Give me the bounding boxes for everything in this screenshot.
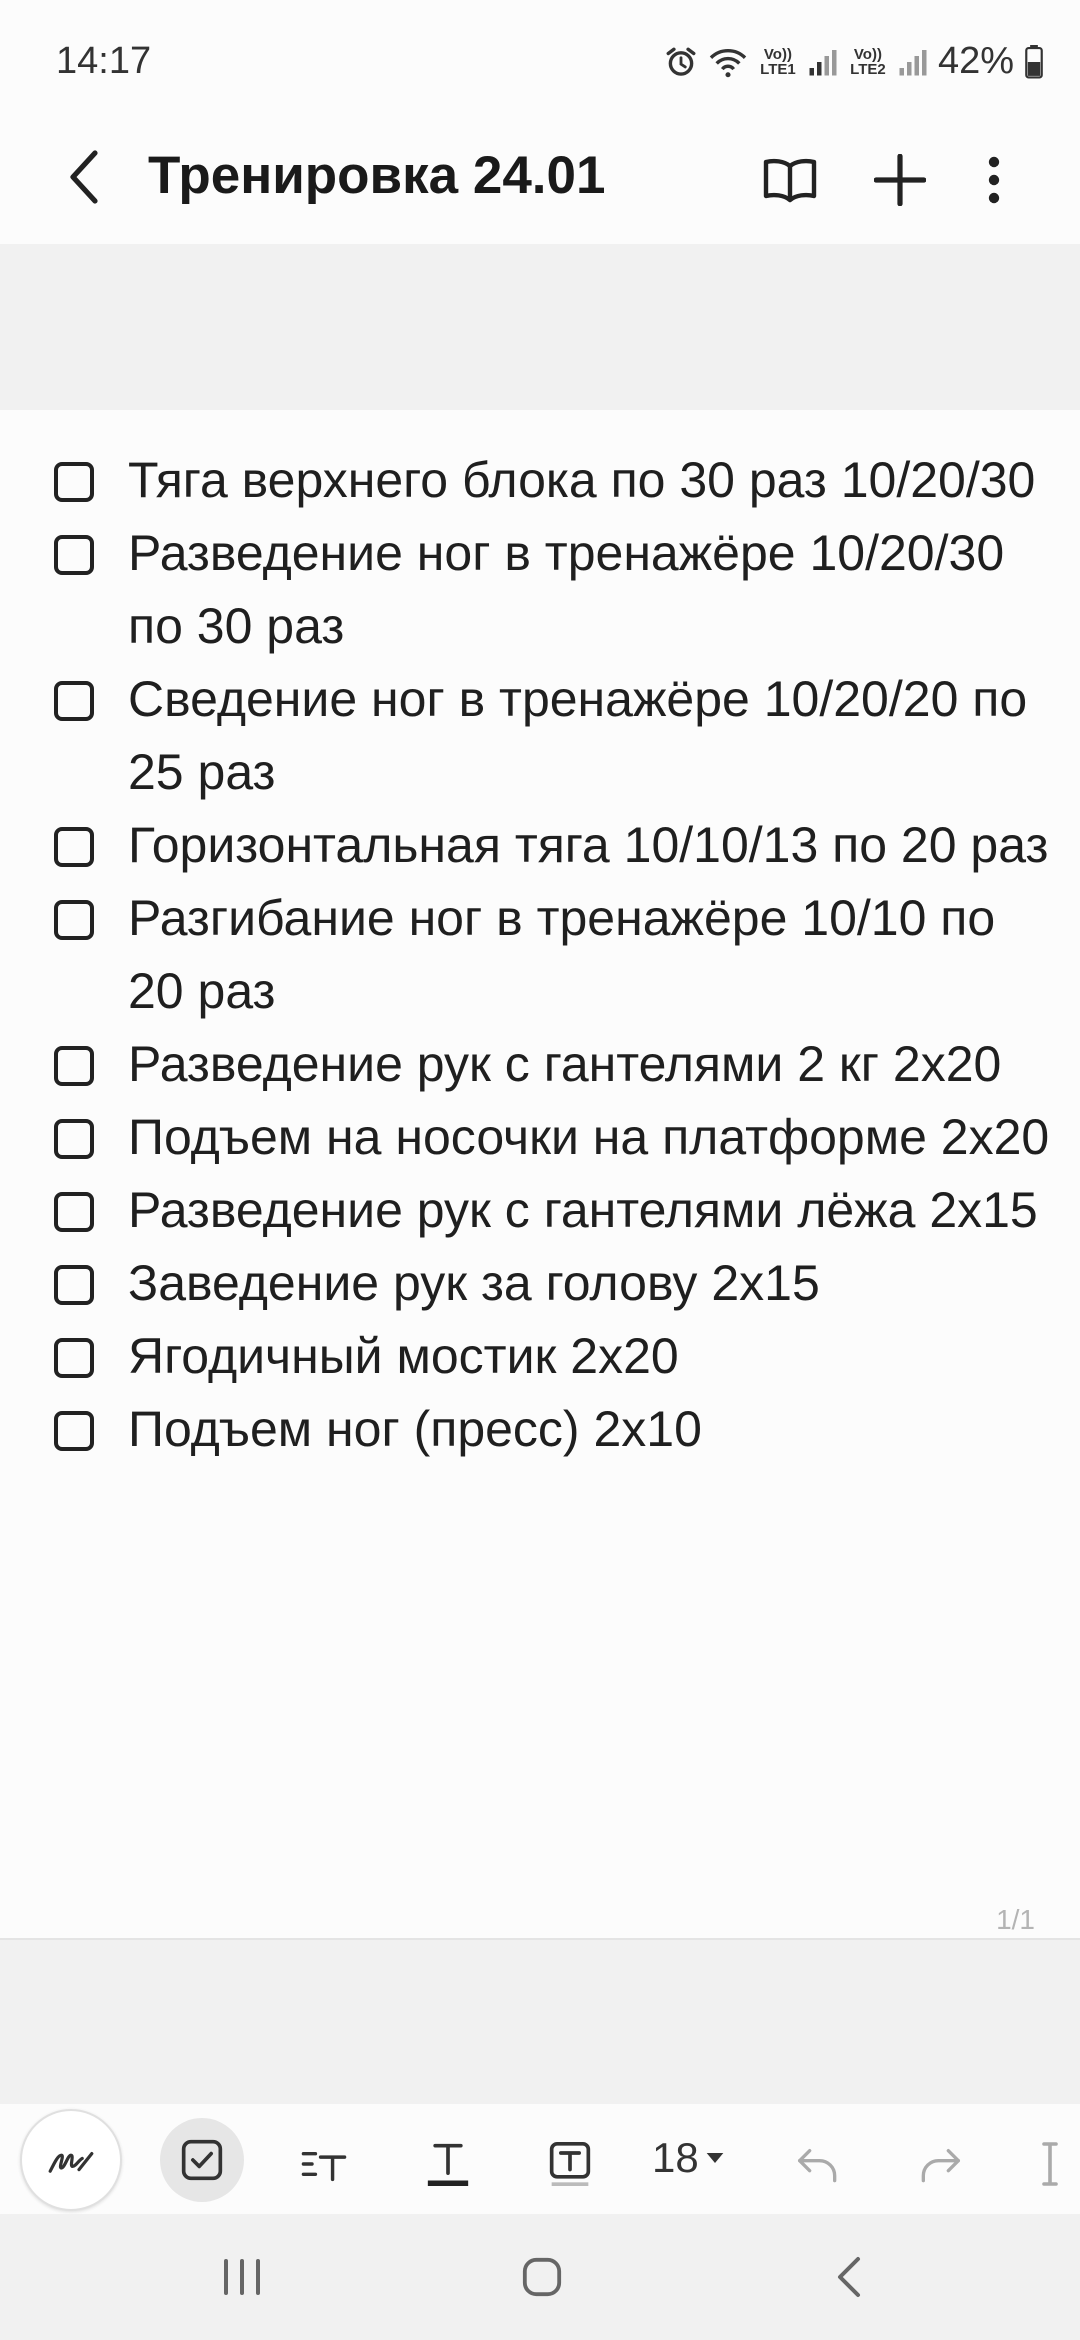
checklist-item[interactable]: Горизонтальная тяга 10/10/13 по 20 раз xyxy=(0,809,1080,882)
checklist-item-text[interactable]: Сведение ног в тренажёре 10/20/20 по 25 … xyxy=(128,671,1027,800)
redo-button[interactable] xyxy=(892,2116,988,2212)
font-size-value: 18 xyxy=(652,2134,699,2181)
book-icon xyxy=(763,158,817,203)
checklist-item-text[interactable]: Подъем ног (пресс) 2х10 xyxy=(128,1401,702,1457)
text-format-button[interactable] xyxy=(276,2116,372,2212)
checkbox[interactable] xyxy=(54,535,94,575)
checklist-item[interactable]: Подъем на носочки на платформе 2х20 xyxy=(0,1101,1080,1174)
text-color-button[interactable] xyxy=(400,2116,496,2212)
checkbox[interactable] xyxy=(54,681,94,721)
status-bar: 14:17 Vo)) LTE1 Vo)) LTE2 42% xyxy=(0,0,1080,120)
checklist-item[interactable]: Тяга верхнего блока по 30 раз 10/20/30 xyxy=(0,444,1080,517)
checkbox[interactable] xyxy=(54,1046,94,1086)
nav-back-icon xyxy=(838,2257,860,2297)
checklist-item[interactable]: Разведение рук с гантелями лёжа 2х15 xyxy=(0,1174,1080,1247)
checklist-item-text[interactable]: Заведение рук за голову 2х15 xyxy=(128,1255,820,1311)
checklist-item-text[interactable]: Разгибание ног в тренажёре 10/10 по 20 р… xyxy=(128,890,995,1019)
undo-icon xyxy=(798,2149,837,2183)
app-header: Тренировка 24.01 xyxy=(0,120,1080,244)
system-nav-bar xyxy=(0,2214,1080,2340)
recents-icon xyxy=(224,2259,260,2295)
editor-toolbar: 18 xyxy=(0,2104,1080,2214)
text-color-icon xyxy=(427,2143,469,2186)
checklist: Тяга верхнего блока по 30 раз 10/20/30 Ра… xyxy=(0,444,1080,1466)
nav-back-button[interactable] xyxy=(808,2242,888,2312)
battery-percent: 42% xyxy=(937,40,1014,82)
recents-button[interactable] xyxy=(202,2242,282,2312)
checkbox[interactable] xyxy=(54,1192,94,1232)
sim1-label: Vo)) LTE1 xyxy=(760,45,796,78)
more-icon xyxy=(988,156,1000,204)
checklist-item-text[interactable]: Разведение рук с гантелями 2 кг 2х20 xyxy=(128,1036,1001,1092)
checklist-item[interactable]: Подъем ног (пресс) 2х10 xyxy=(0,1393,1080,1466)
checklist-item-text[interactable]: Разведение ног в тренажёре 10/20/30 по 3… xyxy=(128,525,1004,654)
checkbox[interactable] xyxy=(54,900,94,940)
redo-icon xyxy=(921,2149,960,2183)
checklist-item[interactable]: Сведение ног в тренажёре 10/20/20 по 25 … xyxy=(0,663,1080,809)
checklist-item[interactable]: Ягодичный мостик 2х20 xyxy=(0,1320,1080,1393)
toolbar-more-button[interactable] xyxy=(1030,2116,1070,2212)
checklist-item-text[interactable]: Ягодичный мостик 2х20 xyxy=(128,1328,679,1384)
checkbox[interactable] xyxy=(54,462,94,502)
page-counter: 1/1 xyxy=(996,1904,1035,1935)
plus-icon xyxy=(874,154,926,206)
more-options-button[interactable] xyxy=(956,142,1032,218)
text-format-icon xyxy=(301,2152,347,2182)
cursor-icon xyxy=(1042,2142,1058,2186)
checklist-item-text[interactable]: Горизонтальная тяга 10/10/13 по 20 раз xyxy=(128,817,1048,873)
handwriting-button[interactable] xyxy=(20,2109,122,2211)
checklist-item[interactable]: Заведение рук за голову 2х15 xyxy=(0,1247,1080,1320)
text-box-button[interactable] xyxy=(522,2116,618,2212)
battery-icon xyxy=(1025,44,1043,79)
checklist-item[interactable]: Разведение рук с гантелями 2 кг 2х20 xyxy=(0,1028,1080,1101)
undo-button[interactable] xyxy=(770,2116,866,2212)
status-time: 14:17 xyxy=(56,40,152,82)
checklist-item-text[interactable]: Тяга верхнего блока по 30 раз 10/20/30 xyxy=(128,452,1035,508)
dropdown-arrow-icon xyxy=(706,2153,724,2163)
note-page[interactable]: Тяга верхнего блока по 30 раз 10/20/30 Ра… xyxy=(0,410,1080,1938)
text-box-icon xyxy=(549,2141,591,2186)
signal-icon-1 xyxy=(809,49,837,75)
checkbox[interactable] xyxy=(54,1119,94,1159)
checklist-button[interactable] xyxy=(160,2118,244,2202)
checkbox[interactable] xyxy=(54,1338,94,1378)
checkbox[interactable] xyxy=(54,1411,94,1451)
back-button[interactable] xyxy=(50,142,120,212)
alarm-icon xyxy=(666,47,696,76)
signal-icon-2 xyxy=(899,49,927,75)
checkbox[interactable] xyxy=(54,827,94,867)
status-icons: Vo)) LTE1 Vo)) LTE2 42% xyxy=(664,40,1044,83)
back-icon xyxy=(70,150,98,204)
checklist-item[interactable]: Разгибание ног в тренажёре 10/10 по 20 р… xyxy=(0,882,1080,1028)
checklist-item-text[interactable]: Разведение рук с гантелями лёжа 2х15 xyxy=(128,1182,1038,1238)
reading-mode-button[interactable] xyxy=(752,142,828,218)
checklist-item-text[interactable]: Подъем на носочки на платформе 2х20 xyxy=(128,1109,1049,1165)
wifi-icon xyxy=(709,48,747,77)
checklist-item[interactable]: Разведение ног в тренажёре 10/20/30 по 3… xyxy=(0,517,1080,663)
handwriting-icon xyxy=(48,2152,94,2173)
font-size-selector[interactable]: 18 xyxy=(652,2134,725,2182)
home-button[interactable] xyxy=(502,2242,582,2312)
header-spacer xyxy=(0,244,1080,410)
home-icon xyxy=(522,2257,562,2297)
page-background xyxy=(0,1938,1080,2106)
add-button[interactable] xyxy=(862,142,938,218)
checkbox[interactable] xyxy=(54,1265,94,1305)
sim2-label: Vo)) LTE2 xyxy=(850,45,886,78)
note-title[interactable]: Тренировка 24.01 xyxy=(148,144,606,208)
checklist-icon xyxy=(181,2139,223,2181)
